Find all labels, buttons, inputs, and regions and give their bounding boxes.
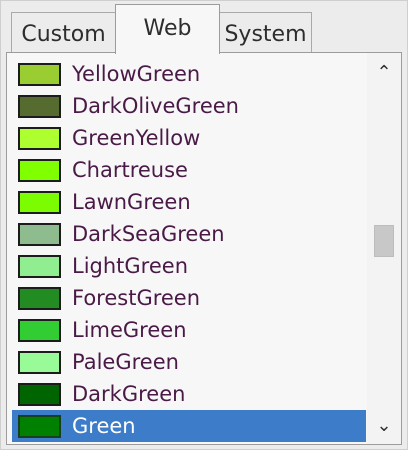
tab-custom[interactable]: Custom <box>11 12 116 52</box>
tab-system[interactable]: System <box>219 12 312 52</box>
color-picker-panel: Custom Web System YellowGreen DarkOliveGr… <box>0 0 408 450</box>
color-swatch <box>18 286 61 310</box>
color-name-label: Green <box>72 414 136 438</box>
color-swatch <box>18 350 61 374</box>
color-swatch <box>18 254 61 278</box>
color-swatch <box>18 318 61 342</box>
list-item[interactable]: LightGreen <box>12 250 366 282</box>
color-swatch <box>18 94 61 118</box>
list-item[interactable]: GreenYellow <box>12 122 366 154</box>
color-swatch <box>18 222 61 246</box>
list-item[interactable]: YellowGreen <box>12 58 366 90</box>
color-list: YellowGreen DarkOliveGreen GreenYellow Char… <box>12 58 366 442</box>
color-listbox[interactable]: YellowGreen DarkOliveGreen GreenYellow Char… <box>6 52 402 445</box>
color-swatch <box>18 382 61 406</box>
color-name-label: LimeGreen <box>72 318 187 342</box>
list-item[interactable]: DarkOliveGreen <box>12 90 366 122</box>
color-swatch <box>18 158 61 182</box>
color-name-label: YellowGreen <box>72 62 201 86</box>
color-name-label: LawnGreen <box>72 190 191 214</box>
tab-web[interactable]: Web <box>115 4 220 54</box>
color-swatch <box>18 414 61 438</box>
list-item[interactable]: DarkSeaGreen <box>12 218 366 250</box>
list-item[interactable]: LimeGreen <box>12 314 366 346</box>
list-item[interactable]: DarkGreen <box>12 378 366 410</box>
color-swatch <box>18 190 61 214</box>
list-item[interactable]: Chartreuse <box>12 154 366 186</box>
list-item[interactable]: ForestGreen <box>12 282 366 314</box>
color-swatch <box>18 62 61 86</box>
list-item[interactable]: Green <box>12 410 366 442</box>
list-item[interactable]: LawnGreen <box>12 186 366 218</box>
color-name-label: DarkOliveGreen <box>72 94 239 118</box>
color-name-label: DarkSeaGreen <box>72 222 225 246</box>
color-name-label: ForestGreen <box>72 286 201 310</box>
list-item[interactable]: PaleGreen <box>12 346 366 378</box>
color-name-label: Chartreuse <box>72 158 188 182</box>
scrollbar-thumb[interactable] <box>374 225 394 257</box>
color-name-label: GreenYellow <box>72 126 201 150</box>
color-name-label: PaleGreen <box>72 350 179 374</box>
chevron-up-icon[interactable]: ⌃ <box>367 61 401 85</box>
color-swatch <box>18 126 61 150</box>
vertical-scrollbar[interactable]: ⌃ ⌄ <box>367 53 401 444</box>
color-name-label: LightGreen <box>72 254 189 278</box>
chevron-down-icon[interactable]: ⌄ <box>367 414 401 438</box>
color-name-label: DarkGreen <box>72 382 186 406</box>
